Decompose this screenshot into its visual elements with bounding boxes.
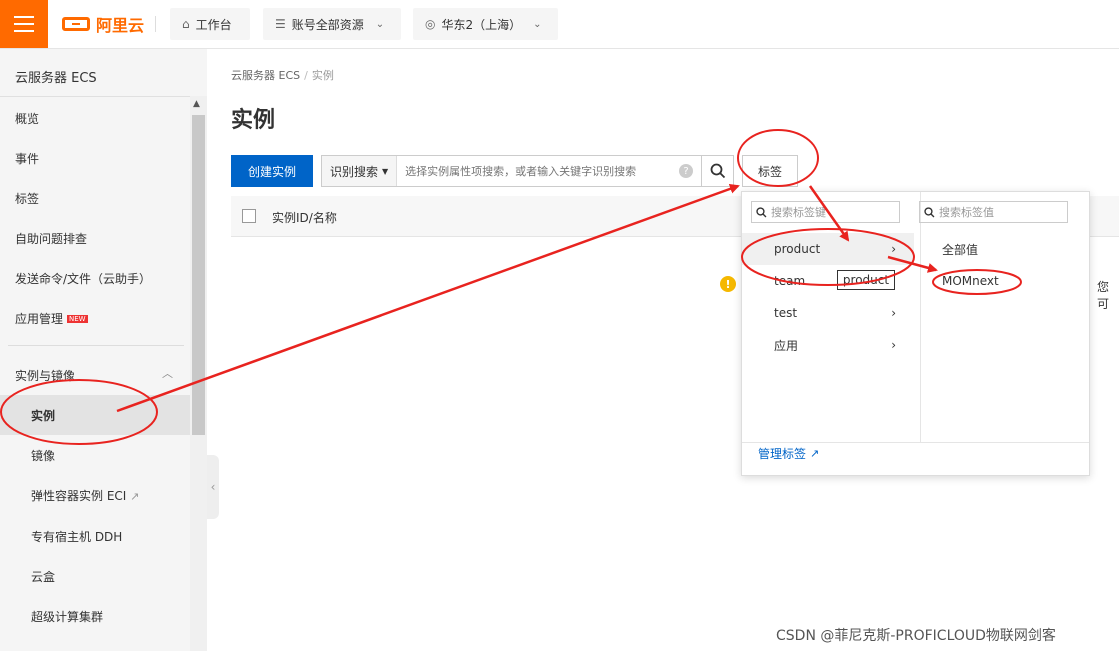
- sidebar-item-cloudbox[interactable]: 云盒: [31, 568, 55, 585]
- sidebar-item-overview[interactable]: 概览: [15, 110, 39, 127]
- chevron-right-icon: ›: [891, 306, 896, 320]
- tag-value-momnext[interactable]: MOMnext: [942, 274, 999, 288]
- tag-key-label: team: [774, 274, 806, 288]
- help-icon[interactable]: ?: [679, 164, 693, 178]
- sidebar-item-label: 弹性容器实例 ECI: [31, 489, 127, 503]
- sidebar-item-eci[interactable]: 弹性容器实例 ECI ↗: [31, 487, 139, 504]
- chevron-right-icon: ›: [891, 242, 896, 256]
- sidebar-item-events[interactable]: 事件: [15, 150, 39, 167]
- chevron-right-icon: ›: [891, 338, 896, 352]
- search-type-label: 识别搜索: [330, 164, 379, 179]
- tag-key-label: 应用: [774, 338, 799, 353]
- tag-key-test[interactable]: test ›: [742, 297, 914, 329]
- search-icon: [710, 163, 725, 179]
- select-all-checkbox[interactable]: [242, 209, 256, 223]
- sidebar-item-tags[interactable]: 标签: [15, 190, 39, 207]
- search-icon: [924, 206, 935, 217]
- breadcrumb: 云服务器 ECS / 实例: [231, 69, 334, 82]
- page-title: 实例: [231, 108, 276, 133]
- top-bar: 阿里云 ⌂ 工作台 ☰ 账号全部资源 ⌄ ◎ 华东2（上海） ⌄: [0, 0, 1119, 49]
- search-button[interactable]: [702, 155, 734, 187]
- breadcrumb-current: 实例: [311, 69, 334, 82]
- tag-value-search-placeholder: 搜索标签值: [939, 206, 994, 219]
- tag-filter-button[interactable]: 标签: [742, 155, 798, 187]
- divider: [155, 16, 156, 32]
- logo-text: 阿里云: [96, 16, 145, 35]
- sidebar: 云服务器 ECS ▲ 概览 事件 标签 自助问题排查 发送命令/文件（云助手） …: [0, 49, 207, 651]
- sidebar-item-app-management[interactable]: 应用管理 NEW: [15, 310, 88, 327]
- logo[interactable]: 阿里云: [62, 12, 144, 36]
- aliyun-logo-icon: [62, 17, 90, 31]
- region-select[interactable]: ◎ 华东2（上海） ⌄: [413, 8, 558, 40]
- region-label: 华东2（上海）: [441, 17, 522, 32]
- sidebar-group-instances-images[interactable]: 实例与镜像: [15, 367, 75, 384]
- menu-icon[interactable]: [0, 0, 48, 48]
- workbench-button[interactable]: ⌂ 工作台: [170, 8, 250, 40]
- resources-select[interactable]: ☰ 账号全部资源 ⌄: [263, 8, 401, 40]
- warning-icon: !: [720, 276, 736, 292]
- divider: [8, 345, 184, 346]
- divider: [0, 96, 207, 97]
- new-badge: NEW: [67, 315, 88, 323]
- sidebar-active-highlight: [0, 395, 190, 435]
- chevron-up-icon[interactable]: ︿: [162, 365, 173, 381]
- search-box: 识别搜索 ▼ ?: [321, 155, 702, 187]
- sidebar-item-label: 应用管理: [15, 312, 64, 326]
- resources-label: 账号全部资源: [291, 17, 364, 32]
- sidebar-item-scc[interactable]: 超级计算集群: [31, 608, 103, 625]
- watermark: CSDN @菲尼克斯-PROFICLOUD物联网剑客: [776, 628, 1056, 644]
- column-header-instance-id: 实例ID/名称: [272, 211, 337, 225]
- external-link-icon: ↗: [130, 490, 140, 503]
- chevron-down-icon: ⌄: [375, 18, 385, 30]
- caret-down-icon: ▼: [382, 166, 389, 176]
- list-icon: ☰: [275, 17, 286, 31]
- manage-tags-label: 管理标签: [758, 447, 807, 461]
- tag-key-product[interactable]: product ›: [742, 233, 914, 265]
- tag-key-search-placeholder: 搜索标签键: [771, 206, 826, 219]
- sidebar-item-instances[interactable]: 实例: [31, 407, 55, 424]
- tag-key-label: product: [774, 242, 821, 256]
- search-input[interactable]: [397, 164, 679, 178]
- search-icon: [756, 206, 767, 217]
- sidebar-title: 云服务器 ECS: [15, 71, 97, 86]
- sidebar-collapse-handle[interactable]: ‹: [207, 455, 219, 519]
- manage-tags-link[interactable]: 管理标签 ↗: [758, 445, 819, 462]
- scrollbar-thumb[interactable]: [192, 115, 205, 435]
- chevron-left-icon: ‹: [210, 480, 216, 494]
- tag-key-label: test: [774, 306, 798, 320]
- empty-state-text: 您可: [1097, 280, 1110, 311]
- divider: [920, 192, 921, 442]
- breadcrumb-root[interactable]: 云服务器 ECS: [231, 69, 300, 82]
- location-icon: ◎: [425, 17, 436, 31]
- chevron-down-icon: ⌄: [533, 18, 542, 30]
- sidebar-item-images[interactable]: 镜像: [31, 447, 55, 464]
- sidebar-item-ddh[interactable]: 专有宿主机 DDH: [31, 528, 122, 545]
- tag-value-search[interactable]: 搜索标签值: [919, 201, 1068, 223]
- sidebar-item-cloud-assistant[interactable]: 发送命令/文件（云助手）: [15, 270, 151, 287]
- home-icon: ⌂: [182, 17, 190, 31]
- create-instance-button[interactable]: 创建实例: [231, 155, 313, 187]
- scroll-up-icon[interactable]: ▲: [193, 99, 200, 109]
- tooltip: product: [837, 270, 895, 290]
- tag-dropdown: 搜索标签键 搜索标签值 product › team test › 应用 › 全部值 …: [741, 191, 1090, 476]
- tag-value-all[interactable]: 全部值: [942, 241, 978, 258]
- sidebar-item-troubleshoot[interactable]: 自助问题排查: [15, 230, 87, 247]
- divider: [742, 442, 1089, 443]
- search-type-select[interactable]: 识别搜索 ▼: [322, 156, 398, 186]
- external-link-icon: ↗: [810, 447, 820, 460]
- tag-key-search[interactable]: 搜索标签键: [751, 201, 900, 223]
- workbench-label: 工作台: [195, 17, 232, 32]
- tag-key-app[interactable]: 应用 ›: [742, 329, 914, 361]
